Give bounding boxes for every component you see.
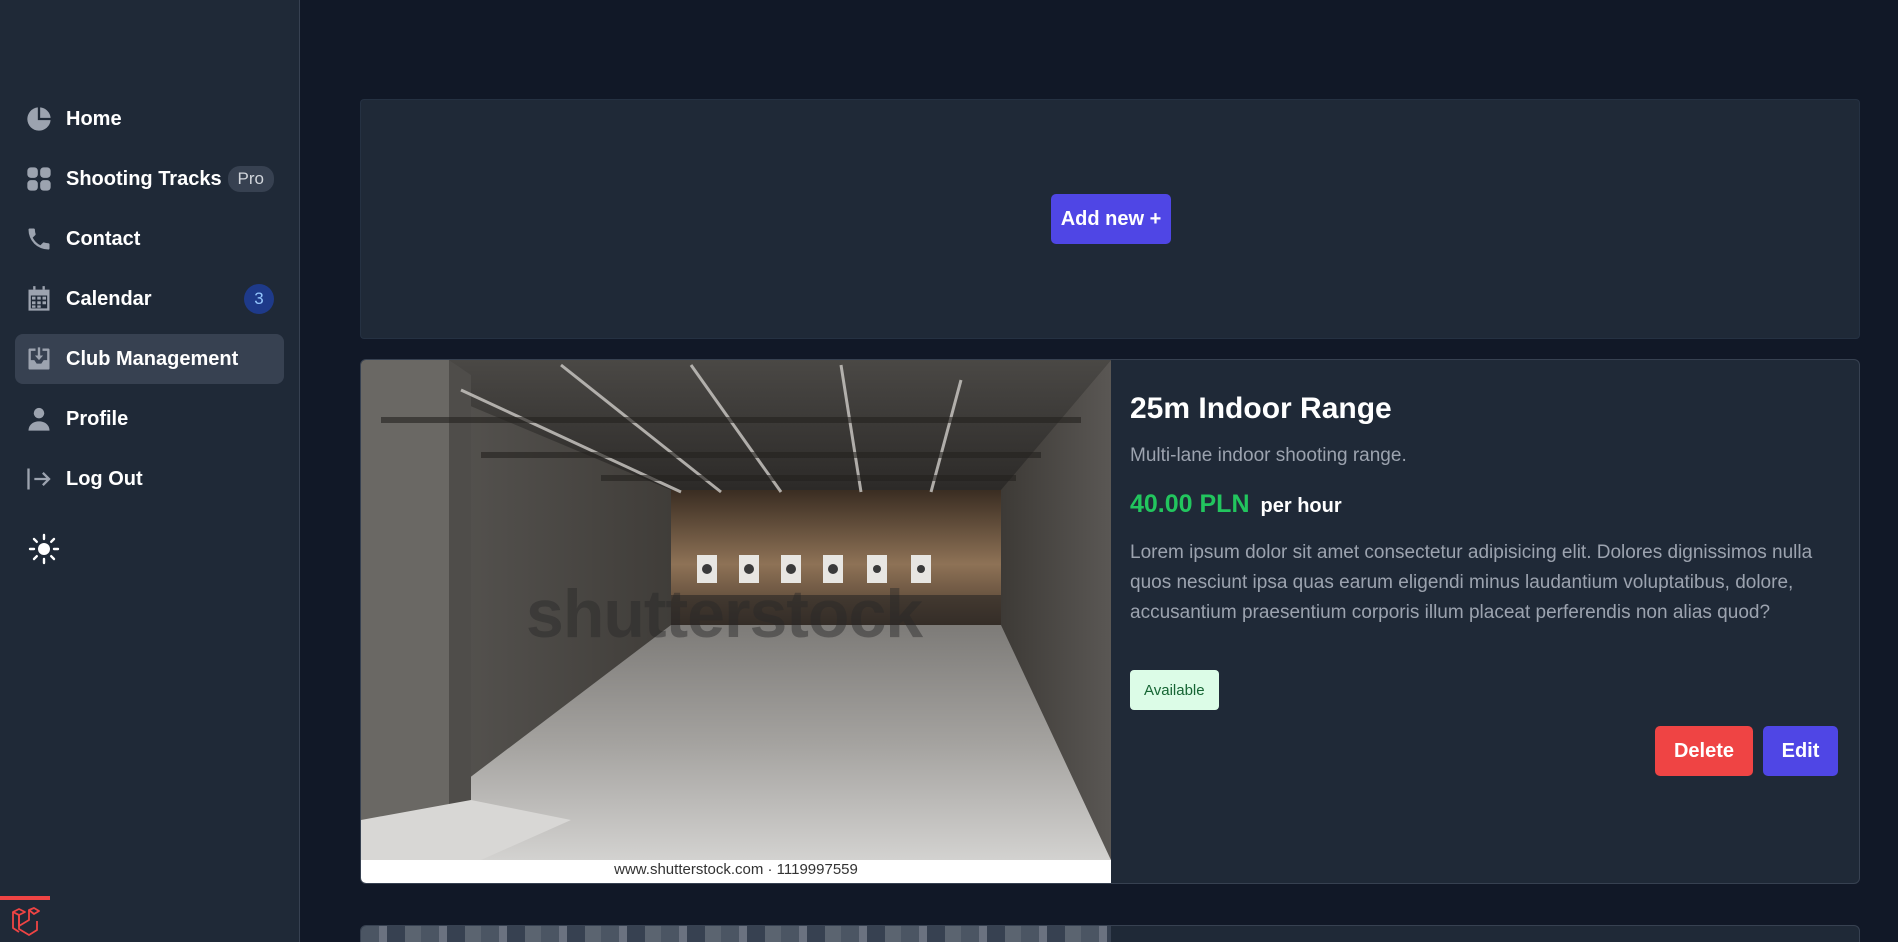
- pie-chart-icon: [25, 105, 53, 133]
- pro-badge: Pro: [227, 166, 274, 192]
- delete-button[interactable]: Delete: [1655, 726, 1753, 776]
- calendar-icon: [25, 285, 53, 313]
- price-row: 40.00 PLN per hour: [1130, 490, 1342, 519]
- sidebar-item-label: Home: [66, 107, 122, 130]
- track-card: shutterstock www.shutterstock.com · 1119…: [360, 359, 1860, 884]
- status-badge: Available: [1130, 670, 1219, 710]
- track-price: 40.00 PLN: [1130, 490, 1250, 518]
- track-subtitle: Multi-lane indoor shooting range.: [1130, 445, 1407, 466]
- track-image: shutterstock www.shutterstock.com · 1119…: [361, 360, 1111, 883]
- sidebar-item-home[interactable]: Home: [15, 94, 284, 144]
- sidebar-item-contact[interactable]: Contact: [15, 214, 284, 264]
- sidebar-item-label: Shooting Tracks: [66, 167, 222, 190]
- sidebar-item-label: Contact: [66, 227, 141, 250]
- notification-count-badge: 3: [244, 284, 274, 314]
- sidebar-item-profile[interactable]: Profile: [15, 394, 284, 444]
- add-new-button[interactable]: Add new +: [1051, 194, 1171, 244]
- sidebar-item-calendar[interactable]: Calendar 3: [15, 274, 284, 324]
- sidebar-item-label: Log Out: [66, 467, 143, 490]
- sidebar-nav: Home Shooting Tracks Pro Contact Calenda…: [15, 94, 284, 514]
- logout-icon: [25, 465, 53, 493]
- phone-icon: [25, 225, 53, 253]
- sidebar-item-label: Club Management: [66, 347, 239, 370]
- sidebar: Home Shooting Tracks Pro Contact Calenda…: [0, 0, 300, 942]
- add-panel: Add new +: [360, 99, 1860, 339]
- sidebar-item-label: Profile: [66, 407, 129, 430]
- track-image: [361, 926, 1111, 942]
- sidebar-item-label: Calendar: [66, 287, 152, 310]
- grid-icon: [25, 165, 53, 193]
- user-icon: [25, 405, 53, 433]
- sun-icon[interactable]: [28, 533, 60, 565]
- track-card: [360, 925, 1860, 942]
- edit-button[interactable]: Edit: [1763, 726, 1838, 776]
- sidebar-item-log-out[interactable]: Log Out: [15, 454, 284, 504]
- image-caption: www.shutterstock.com · 1119997559: [614, 861, 858, 878]
- sidebar-item-club-management[interactable]: Club Management: [15, 334, 284, 384]
- sidebar-item-shooting-tracks[interactable]: Shooting Tracks Pro: [15, 154, 284, 204]
- price-unit: per hour: [1260, 495, 1342, 517]
- inbox-download-icon: [25, 345, 53, 373]
- track-title: 25m Indoor Range: [1130, 392, 1392, 425]
- track-description: Lorem ipsum dolor sit amet consectetur a…: [1130, 542, 1813, 623]
- laravel-icon[interactable]: [0, 896, 50, 942]
- image-watermark: shutterstock: [526, 576, 923, 652]
